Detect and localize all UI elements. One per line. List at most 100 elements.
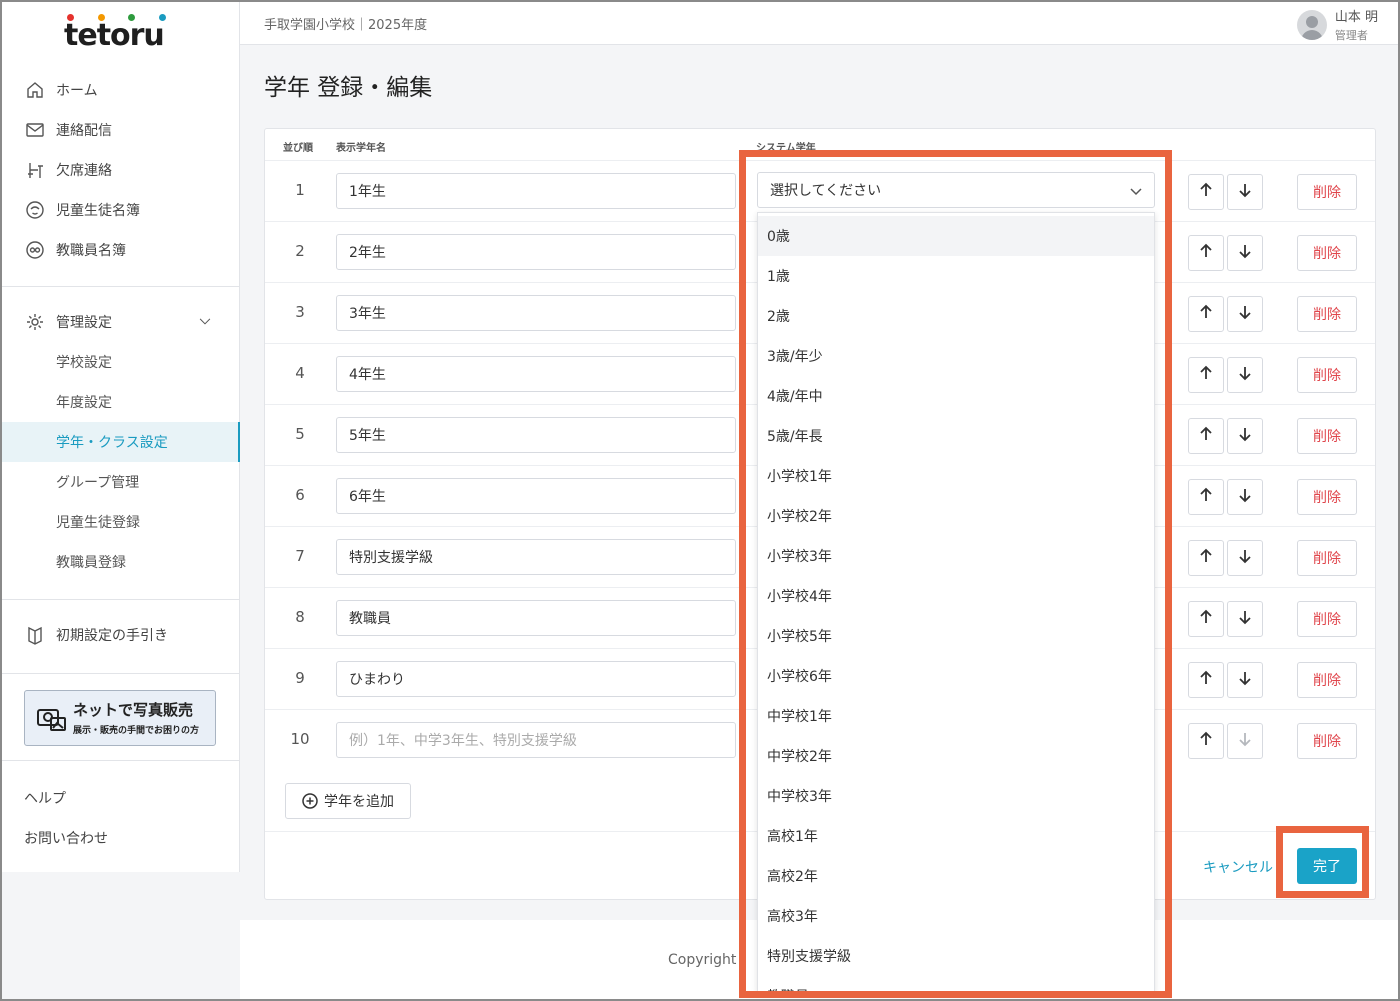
grade-name-input[interactable]: 5年生: [336, 417, 736, 453]
dropdown-option[interactable]: 1歳: [758, 256, 1154, 296]
nav-home[interactable]: ホーム: [2, 70, 240, 110]
sidebar-item-group-management[interactable]: グループ管理: [2, 462, 240, 502]
move-down-button[interactable]: [1227, 418, 1263, 454]
move-down-button[interactable]: [1227, 601, 1263, 637]
nav-setup-guide[interactable]: 初期設定の手引き: [2, 615, 240, 655]
sidebar-item-school-settings[interactable]: 学校設定: [2, 342, 240, 382]
user-menu[interactable]: 山本 明 管理者: [1296, 6, 1378, 43]
move-down-button[interactable]: [1227, 357, 1263, 393]
dropdown-option[interactable]: 4歳/年中: [758, 376, 1154, 416]
grade-name-input[interactable]: 4年生: [336, 356, 736, 392]
dropdown-option[interactable]: 中学校3年: [758, 776, 1154, 816]
dropdown-option[interactable]: 小学校3年: [758, 536, 1154, 576]
photo-sales-banner[interactable]: ネットで写真販売 展示・販売の手間でお困りの方: [24, 690, 216, 746]
sidebar-item-student-registration[interactable]: 児童生徒登録: [2, 502, 240, 542]
move-up-button[interactable]: [1188, 174, 1224, 210]
cancel-button[interactable]: キャンセル: [1203, 857, 1273, 877]
move-down-button[interactable]: [1227, 479, 1263, 515]
dropdown-option[interactable]: 0歳: [758, 216, 1154, 256]
move-up-button[interactable]: [1188, 418, 1224, 454]
nav-messages[interactable]: 連絡配信: [2, 110, 240, 150]
move-up-button[interactable]: [1188, 296, 1224, 332]
delete-button[interactable]: 削除: [1297, 662, 1357, 698]
delete-button[interactable]: 削除: [1297, 540, 1357, 576]
dropdown-option[interactable]: 小学校4年: [758, 576, 1154, 616]
row-order-number: 7: [295, 547, 305, 565]
dropdown-option[interactable]: 小学校2年: [758, 496, 1154, 536]
nav-teachers[interactable]: 教職員名簿: [2, 230, 240, 270]
dropdown-option[interactable]: 小学校5年: [758, 616, 1154, 656]
logo-wordmark: tetoru: [64, 18, 165, 53]
dropdown-option[interactable]: 特別支援学級: [758, 936, 1154, 976]
contact-link[interactable]: お問い合わせ: [24, 828, 108, 848]
grade-name-input[interactable]: 6年生: [336, 478, 736, 514]
dropdown-option[interactable]: 教職員: [758, 976, 1154, 991]
dropdown-option[interactable]: 高校1年: [758, 816, 1154, 856]
move-up-button[interactable]: [1188, 723, 1224, 759]
delete-button[interactable]: 削除: [1297, 479, 1357, 515]
grade-name-input[interactable]: 2年生: [336, 234, 736, 270]
row-order-number: 6: [295, 486, 305, 504]
dropdown-option[interactable]: 3歳/年少: [758, 336, 1154, 376]
top-header: 手取学園小学校｜2025年度 山本 明 管理者: [240, 2, 1398, 45]
delete-button[interactable]: 削除: [1297, 235, 1357, 271]
delete-button[interactable]: 削除: [1297, 601, 1357, 637]
dropdown-option[interactable]: 高校2年: [758, 856, 1154, 896]
arrow-up-icon: [1198, 182, 1214, 202]
move-up-button[interactable]: [1188, 601, 1224, 637]
grade-name-input[interactable]: 教職員: [336, 600, 736, 636]
desk-icon: [24, 159, 46, 181]
delete-button[interactable]: 削除: [1297, 418, 1357, 454]
nav-absence[interactable]: 欠席連絡: [2, 150, 240, 190]
grade-name-input[interactable]: 1年生: [336, 173, 736, 209]
guide-nav: 初期設定の手引き: [2, 615, 240, 655]
avatar: [1296, 9, 1327, 40]
move-down-button[interactable]: [1227, 174, 1263, 210]
row-order-number: 8: [295, 608, 305, 626]
user-name: 山本 明: [1334, 10, 1378, 25]
help-link[interactable]: ヘルプ: [24, 788, 66, 808]
move-up-button[interactable]: [1188, 662, 1224, 698]
dropdown-option[interactable]: 高校3年: [758, 896, 1154, 936]
move-down-button[interactable]: [1227, 540, 1263, 576]
sidebar-item-year-settings[interactable]: 年度設定: [2, 382, 240, 422]
dropdown-option[interactable]: 小学校1年: [758, 456, 1154, 496]
move-down-button[interactable]: [1227, 662, 1263, 698]
arrow-up-icon: [1198, 243, 1214, 263]
dropdown-option[interactable]: 中学校2年: [758, 736, 1154, 776]
arrow-down-icon: [1237, 609, 1253, 629]
nav-admin-settings[interactable]: 管理設定: [2, 302, 240, 342]
nav-students[interactable]: 児童生徒名簿: [2, 190, 240, 230]
column-header-system-grade: システム学年: [756, 143, 816, 154]
move-down-button[interactable]: [1227, 296, 1263, 332]
add-grade-button[interactable]: 学年を追加: [285, 783, 411, 819]
dropdown-option[interactable]: 2歳: [758, 296, 1154, 336]
move-up-button[interactable]: [1188, 235, 1224, 271]
grade-name-input[interactable]: ひまわり: [336, 661, 736, 697]
school-year-label: 手取学園小学校｜2025年度: [264, 18, 428, 33]
grade-name-input[interactable]: 3年生: [336, 295, 736, 331]
system-grade-select[interactable]: 選択してください: [757, 172, 1155, 208]
done-button[interactable]: 完了: [1297, 848, 1357, 884]
move-up-button[interactable]: [1188, 357, 1224, 393]
tetoru-logo[interactable]: tetoru: [64, 14, 184, 54]
move-down-button[interactable]: [1227, 235, 1263, 271]
delete-button[interactable]: 削除: [1297, 174, 1357, 210]
grade-name-input[interactable]: 特別支援学級: [336, 539, 736, 575]
delete-button[interactable]: 削除: [1297, 296, 1357, 332]
delete-button[interactable]: 削除: [1297, 723, 1357, 759]
delete-button[interactable]: 削除: [1297, 357, 1357, 393]
book-icon: [24, 624, 46, 646]
column-header-name: 表示学年名: [336, 143, 386, 154]
nav-admin-settings-label: 管理設定: [56, 315, 112, 331]
dropdown-option[interactable]: 小学校6年: [758, 656, 1154, 696]
grade-name-input[interactable]: 例）1年、中学3年生、特別支援学級: [336, 722, 736, 758]
dropdown-option[interactable]: 5歳/年長: [758, 416, 1154, 456]
move-up-button[interactable]: [1188, 479, 1224, 515]
row-order-number: 9: [295, 669, 305, 687]
move-down-button[interactable]: [1227, 723, 1263, 759]
sidebar-item-grade-class-settings[interactable]: 学年・クラス設定: [2, 422, 240, 462]
dropdown-option[interactable]: 中学校1年: [758, 696, 1154, 736]
sidebar-item-teacher-registration[interactable]: 教職員登録: [2, 542, 240, 582]
move-up-button[interactable]: [1188, 540, 1224, 576]
